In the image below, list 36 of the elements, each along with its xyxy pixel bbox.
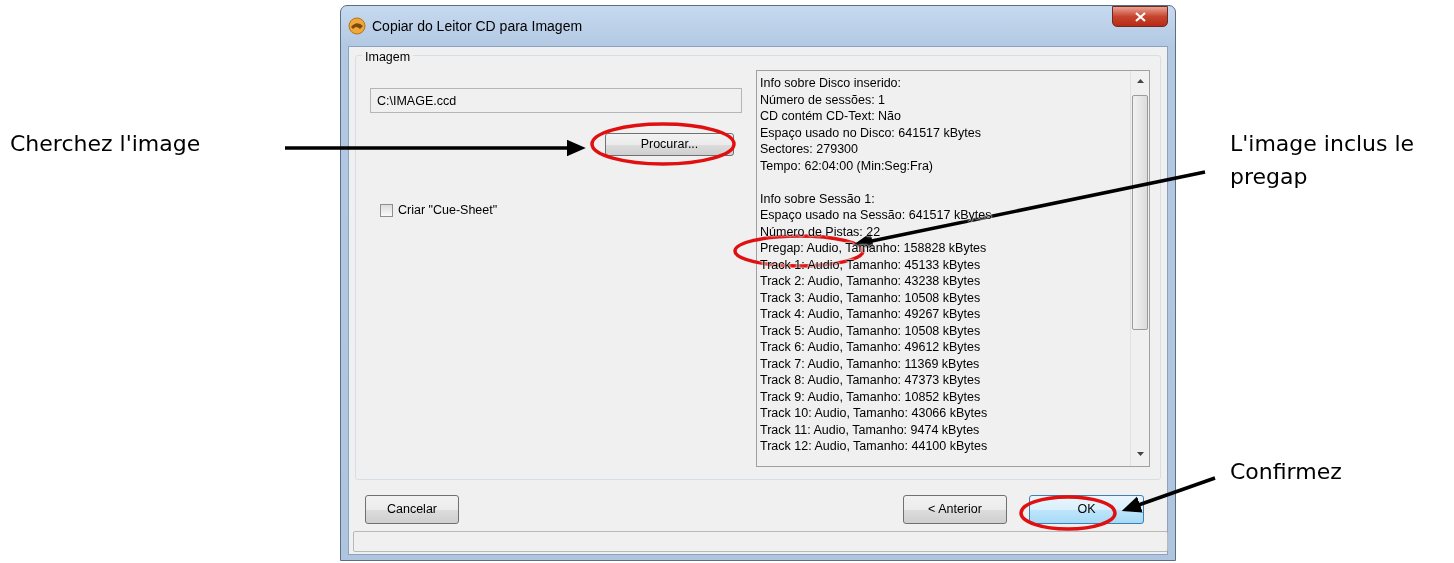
annotation-label: Confirmez [1230, 458, 1342, 486]
info-line: Espaço usado na Sessão: 641517 kBytes [760, 207, 992, 224]
scroll-down-icon[interactable] [1137, 452, 1144, 456]
scrollbar[interactable] [1130, 71, 1149, 466]
info-line: Track 5: Audio, Tamanho: 10508 kBytes [760, 322, 981, 339]
info-line: Track 10: Audio, Tamanho: 43066 kBytes [760, 405, 988, 422]
info-line: Info sobre Sessão 1: [760, 190, 875, 207]
scroll-thumb[interactable] [1132, 95, 1148, 330]
info-line: Track 2: Audio, Tamanho: 43238 kBytes [760, 273, 981, 290]
info-line: Track 3: Audio, Tamanho: 10508 kBytes [760, 289, 981, 306]
info-line: Track 9: Audio, Tamanho: 10852 kBytes [760, 388, 981, 405]
close-icon [1134, 11, 1146, 22]
browse-button[interactable]: Procurar... [605, 133, 734, 156]
path-field[interactable]: C:\IMAGE.ccd [370, 88, 742, 113]
checkbox[interactable] [380, 203, 393, 217]
window-title: Copiar do Leitor CD para Imagem [372, 16, 583, 36]
info-line: Tempo: 62:04:00 (Min:Seg:Fra) [760, 157, 933, 174]
back-button[interactable]: < Anterior [903, 495, 1007, 524]
info-line: Track 4: Audio, Tamanho: 49267 kBytes [760, 306, 981, 323]
info-line: Track 8: Audio, Tamanho: 47373 kBytes [760, 372, 981, 389]
checkbox-label: Criar "Cue-Sheet" [398, 202, 498, 219]
info-line: Track 11: Audio, Tamanho: 9474 kBytes [760, 421, 980, 438]
app-icon [348, 17, 366, 35]
info-line: Track 6: Audio, Tamanho: 49612 kBytes [760, 339, 981, 356]
info-line: Sectores: 279300 [760, 141, 858, 158]
info-line: Info sobre Disco inserido: [760, 75, 902, 92]
cancel-button[interactable]: Cancelar [365, 495, 459, 524]
info-line: CD contém CD-Text: Não [760, 108, 901, 125]
scroll-up-icon[interactable] [1136, 79, 1144, 83]
info-line: Track 7: Audio, Tamanho: 11369 kBytes [760, 355, 980, 372]
annotation-label: Cherchez l'image [10, 130, 201, 158]
info-line: Número de sessões: 1 [760, 91, 886, 108]
info-line: Track 12: Audio, Tamanho: 44100 kBytes [760, 438, 988, 455]
annotation-label: L'image inclus le pregap [1230, 130, 1416, 191]
close-button[interactable] [1112, 6, 1168, 27]
info-line: Espaço usado no Disco: 641517 kBytes [760, 124, 981, 141]
